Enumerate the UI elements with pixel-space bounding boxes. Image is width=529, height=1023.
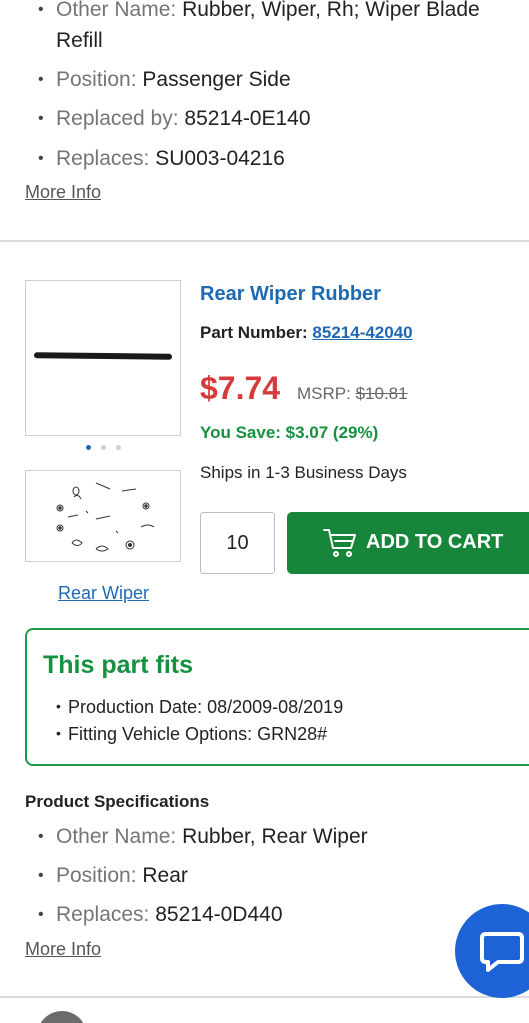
part-number-link[interactable]: 85214-42040 — [312, 323, 412, 342]
product-title[interactable]: Rear Wiper Rubber — [200, 283, 381, 306]
avatar — [37, 1011, 87, 1023]
shipping-info: Ships in 1-3 Business Days — [200, 463, 407, 482]
add-to-cart-label: ADD TO CART — [366, 531, 504, 553]
carousel-dot-1[interactable] — [86, 445, 91, 450]
msrp-value: $10.81 — [355, 384, 408, 403]
carousel-dot-2[interactable] — [101, 445, 106, 450]
more-info-link[interactable]: More Info — [25, 182, 101, 203]
carousel-dot-3[interactable] — [116, 445, 121, 450]
quantity-input[interactable] — [200, 512, 275, 574]
fitment-title: This part fits — [43, 651, 194, 679]
fitment-box: This part fits • Production Date: 08/200… — [25, 628, 529, 766]
add-to-cart-button[interactable]: ADD TO CART — [287, 512, 529, 574]
chat-button[interactable] — [455, 904, 529, 998]
wiper-rubber-image — [33, 352, 173, 360]
more-info-link[interactable]: More Info — [25, 939, 101, 960]
diagram-thumbnail[interactable] — [25, 470, 181, 562]
you-save-text: You Save: $3.07 (29%) — [200, 423, 379, 442]
product-image[interactable] — [25, 280, 181, 436]
diagram-link[interactable]: Rear Wiper — [58, 583, 149, 604]
shopping-cart-icon — [323, 529, 356, 557]
sale-price: $7.74 — [200, 370, 281, 406]
product-divider — [0, 240, 529, 242]
part-number-row: Part Number: 85214-42040 — [200, 323, 413, 343]
msrp: MSRP: $10.81 — [297, 384, 408, 404]
product-specifications-heading: Product Specifications — [25, 792, 210, 811]
section-divider — [0, 996, 529, 998]
parts-diagram-icon — [56, 482, 155, 552]
msrp-label: MSRP: — [297, 384, 351, 403]
part-number-label: Part Number: — [200, 323, 308, 342]
chat-bubble-icon — [480, 932, 524, 972]
